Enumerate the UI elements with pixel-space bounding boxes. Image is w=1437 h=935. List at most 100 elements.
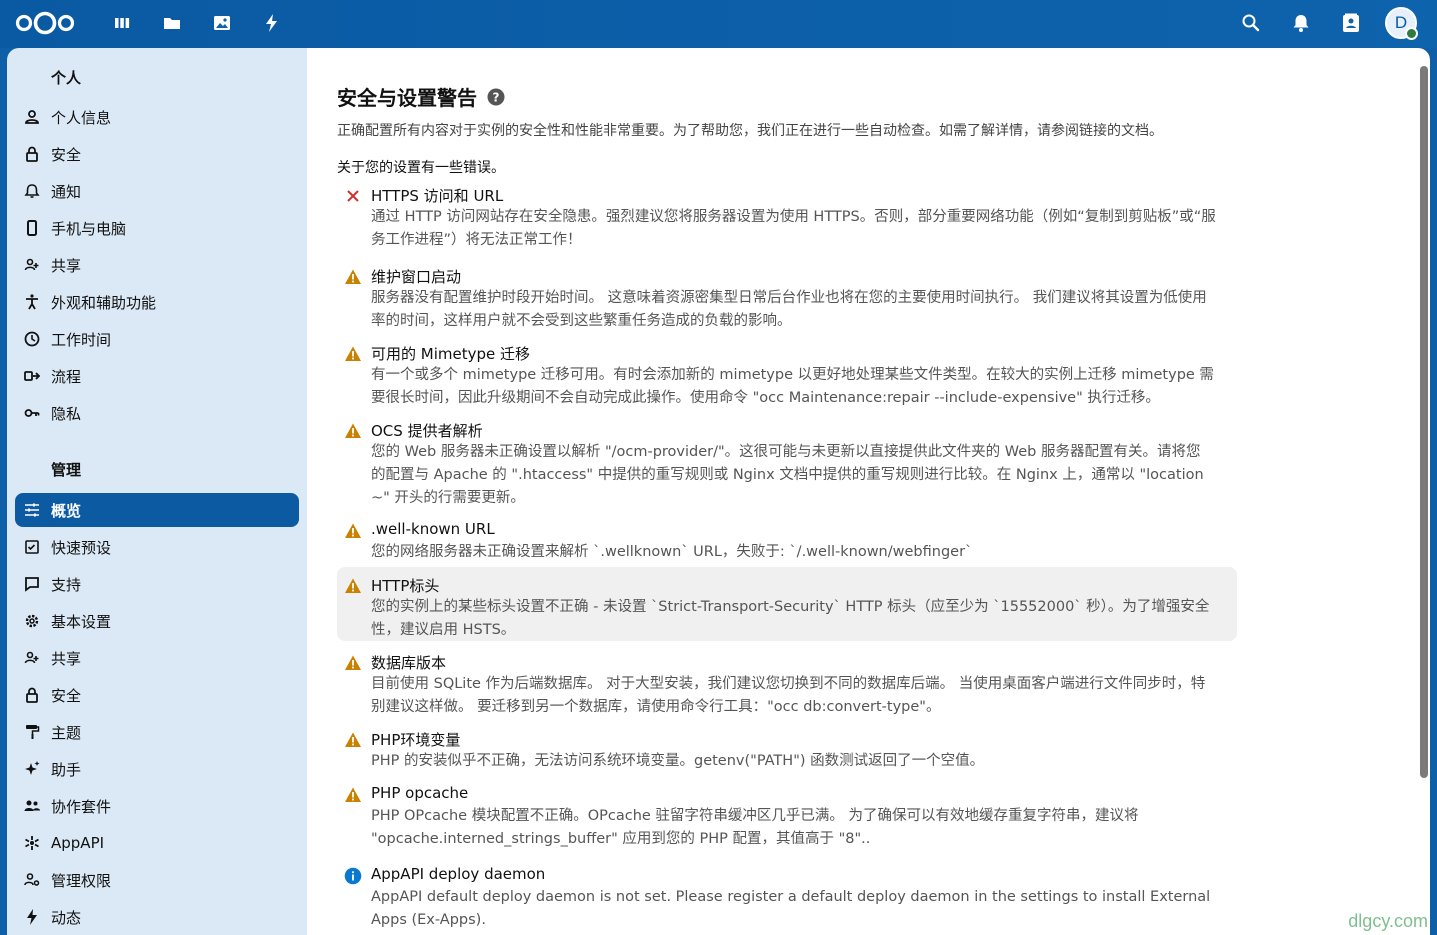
sidebar-item-overview[interactable]: 概览 (15, 493, 299, 527)
sidebar-item-label: 快速预设 (51, 538, 112, 557)
sidebar-item-working-hours[interactable]: 工作时间 (15, 322, 299, 356)
notifications-bell-icon[interactable] (1290, 12, 1312, 34)
check-description: 您的实例上的某些标头设置不正确 - 未设置 `Strict-Transport-… (371, 599, 1210, 638)
sidebar-item-groupware[interactable]: 协作套件 (15, 789, 299, 823)
group-icon (24, 800, 40, 811)
photos-icon[interactable] (212, 13, 232, 33)
help-icon[interactable]: ? (487, 88, 505, 106)
sidebar-item-mobile-desktop[interactable]: 手机与电脑 (15, 211, 299, 245)
check-description: AppAPI default deploy daemon is not set.… (371, 889, 1211, 928)
check-well-known-url: .well-known URL 您的网络服务器未正确设置来解析 `.wellkn… (337, 520, 1237, 560)
sidebar-item-label: 手机与电脑 (51, 219, 127, 238)
key-icon (24, 409, 40, 417)
sidebar-item-label: 概览 (51, 501, 82, 520)
flow-icon (24, 371, 41, 381)
contacts-icon[interactable] (1340, 12, 1362, 34)
check-description: PHP 的安装似乎不正确，无法访问系统环境变量。getenv("PATH") 函… (371, 753, 985, 769)
files-icon[interactable] (162, 13, 182, 33)
dashboard-icon[interactable] (112, 13, 132, 33)
check-php-opcache: PHP opcache PHP OPcache 模块配置不正确。OPcache … (337, 784, 1237, 847)
check-php-env: PHP环境变量 PHP 的安装似乎不正确，无法访问系统环境变量。getenv("… (337, 729, 1237, 769)
admin-section-title: 管理 (51, 461, 82, 479)
warning-icon (345, 523, 361, 538)
warning-icon (345, 578, 361, 593)
sidebar-item-assistant[interactable]: 助手 (15, 752, 299, 786)
warning-icon (345, 269, 361, 284)
intro-text: 正确配置所有内容对于实例的安全性和性能非常重要。为了帮助您，我们正在进行一些自动… (337, 123, 1163, 139)
check-title: 数据库版本 (371, 654, 447, 672)
personal-section-title: 个人 (51, 69, 82, 87)
check-maintenance-window: 维护窗口启动 服务器没有配置维护时段开始时间。 这意味着资源密集型日常后台作业也… (337, 266, 1237, 329)
sparkle-icon (25, 761, 40, 775)
page-title-text: 安全与设置警告 (337, 86, 477, 110)
info-icon (344, 867, 362, 885)
lock-icon (26, 687, 38, 703)
check-description: 服务器没有配置维护时段开始时间。 这意味着资源密集型日常后台作业也将在您的主要使… (371, 290, 1207, 329)
sidebar-item-appapi[interactable]: AppAPI (15, 826, 299, 860)
sidebar-item-appearance[interactable]: 外观和辅助功能 (15, 285, 299, 319)
lock-icon (26, 146, 38, 162)
sidebar-item-admin-privileges[interactable]: 管理权限 (15, 863, 299, 897)
sidebar-item-personal-info[interactable]: 个人信息 (15, 100, 299, 134)
sidebar-item-activity[interactable]: 动态 (15, 900, 299, 934)
search-icon[interactable] (1240, 12, 1262, 34)
sidebar-item-admin-security[interactable]: 安全 (15, 678, 299, 712)
check-title: .well-known URL (371, 520, 495, 538)
settings-sidebar: 个人 个人信息 安全 通知 手机与电脑 共享 外观和辅助功能 工作时间 流程 隐… (7, 48, 307, 935)
main-content: 安全与设置警告 ? 正确配置所有内容对于实例的安全性和性能非常重要。为了帮助您，… (307, 48, 1430, 935)
sidebar-item-label: 个人信息 (51, 108, 112, 127)
warning-icon (345, 423, 361, 438)
check-ocs-provider: OCS 提供者解析 您的 Web 服务器未正确设置以解析 "/ocm-provi… (337, 420, 1237, 506)
sidebar-item-sharing[interactable]: 共享 (15, 248, 299, 282)
nextcloud-logo[interactable] (14, 10, 76, 36)
sidebar-item-label: 主题 (51, 723, 82, 742)
api-icon (25, 836, 39, 850)
warning-icon (345, 787, 361, 802)
top-bar: D (0, 0, 1437, 48)
sidebar-item-security[interactable]: 安全 (15, 137, 299, 171)
sidebar-item-theming[interactable]: 主题 (15, 715, 299, 749)
sidebar-item-label: 安全 (51, 145, 82, 164)
sidebar-item-label: 工作时间 (51, 330, 112, 349)
check-title: AppAPI deploy daemon (371, 865, 546, 883)
user-avatar[interactable]: D (1385, 7, 1418, 40)
check-description: 您的网络服务器未正确设置来解析 `.wellknown` URL，失败于: `/… (371, 544, 973, 560)
sliders-icon (25, 503, 39, 517)
sidebar-item-notifications[interactable]: 通知 (15, 174, 299, 208)
sidebar-item-label: 外观和辅助功能 (51, 293, 157, 312)
error-x-icon (347, 190, 359, 202)
activity-icon[interactable] (262, 13, 282, 33)
sidebar-item-label: 共享 (51, 649, 82, 668)
sidebar-item-label: AppAPI (51, 834, 105, 852)
scrollbar[interactable] (1420, 66, 1428, 778)
check-title: HTTPS 访问和 URL (371, 187, 504, 205)
sidebar-item-admin-sharing[interactable]: 共享 (15, 641, 299, 675)
svg-text:?: ? (493, 90, 500, 104)
sidebar-item-label: 管理权限 (51, 871, 112, 890)
warning-icon (345, 346, 361, 361)
sidebar-item-label: 通知 (51, 182, 82, 201)
check-mimetype-migration: 可用的 Mimetype 迁移 有一个或多个 mimetype 迁移可用。有时会… (337, 343, 1237, 406)
sidebar-item-label: 支持 (51, 575, 82, 594)
sidebar-item-privacy[interactable]: 隐私 (15, 396, 299, 430)
check-title: PHP环境变量 (371, 731, 461, 749)
sidebar-item-label: 共享 (51, 256, 82, 275)
admin-icon (24, 873, 40, 886)
chat-icon (25, 577, 39, 592)
check-https: HTTPS 访问和 URL 通过 HTTP 访问网站存在安全隐患。强烈建议您将服… (337, 185, 1237, 248)
warning-icon (345, 655, 361, 670)
sidebar-item-label: 流程 (51, 367, 82, 386)
sidebar-item-basic-settings[interactable]: 基本设置 (15, 604, 299, 638)
sidebar-item-support[interactable]: 支持 (15, 567, 299, 601)
page-title: 安全与设置警告 ? (337, 82, 505, 111)
sidebar-item-quick-presets[interactable]: 快速预设 (15, 530, 299, 564)
sidebar-item-flow[interactable]: 流程 (15, 359, 299, 393)
bell-icon (24, 184, 40, 198)
check-description: 目前使用 SQLite 作为后端数据库。 对于大型安装，我们建议您切换到不同的数… (371, 676, 1206, 715)
bolt-icon (27, 909, 37, 925)
check-appapi-daemon: AppAPI deploy daemon AppAPI default depl… (337, 865, 1237, 928)
check-http-headers: HTTP标头 您的实例上的某些标头设置不正确 - 未设置 `Strict-Tra… (337, 567, 1237, 641)
check-database-version: 数据库版本 目前使用 SQLite 作为后端数据库。 对于大型安装，我们建议您切… (337, 652, 1237, 715)
sidebar-item-label: 基本设置 (51, 612, 112, 631)
share-icon (24, 258, 39, 271)
